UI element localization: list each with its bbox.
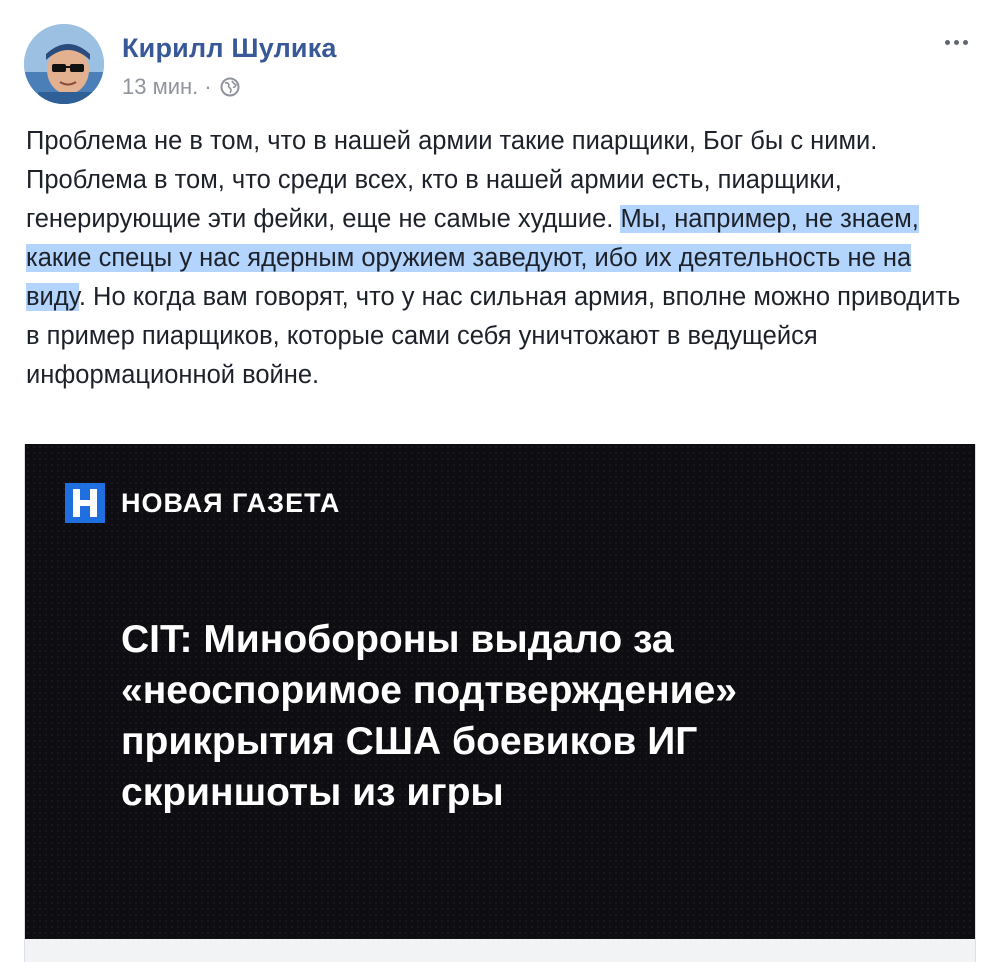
post-timestamp[interactable]: 13 мин. — [122, 74, 198, 100]
brand: НОВАЯ ГАЗЕТА — [65, 483, 340, 523]
card-footer — [25, 939, 975, 962]
facebook-post: Кирилл Шулика 13 мин. · Проблема не в то… — [0, 0, 1000, 962]
avatar[interactable] — [24, 24, 104, 104]
post-text: Проблема не в том, что в нашей армии так… — [26, 122, 976, 395]
novaya-gazeta-logo — [65, 483, 105, 523]
brand-name: НОВАЯ ГАЗЕТА — [121, 487, 341, 518]
globe-icon[interactable] — [220, 77, 240, 97]
post-meta: 13 мин. · — [122, 74, 240, 100]
more-options-icon[interactable] — [936, 30, 976, 54]
card-headline: CIT: Минобороны выдало за «неоспоримое п… — [121, 618, 737, 814]
link-preview-card[interactable]: НОВАЯ ГАЗЕТА CIT: Минобороны выдало за «… — [24, 444, 976, 962]
link-preview-image[interactable]: НОВАЯ ГАЗЕТА CIT: Минобороны выдало за «… — [25, 444, 975, 939]
author-name[interactable]: Кирилл Шулика — [122, 33, 337, 64]
avatar-photo — [24, 24, 104, 104]
post-text-end: . Но когда вам говорят, что у нас сильна… — [26, 283, 961, 389]
meta-separator: · — [204, 74, 212, 99]
post-header: Кирилл Шулика 13 мин. · — [24, 24, 976, 108]
